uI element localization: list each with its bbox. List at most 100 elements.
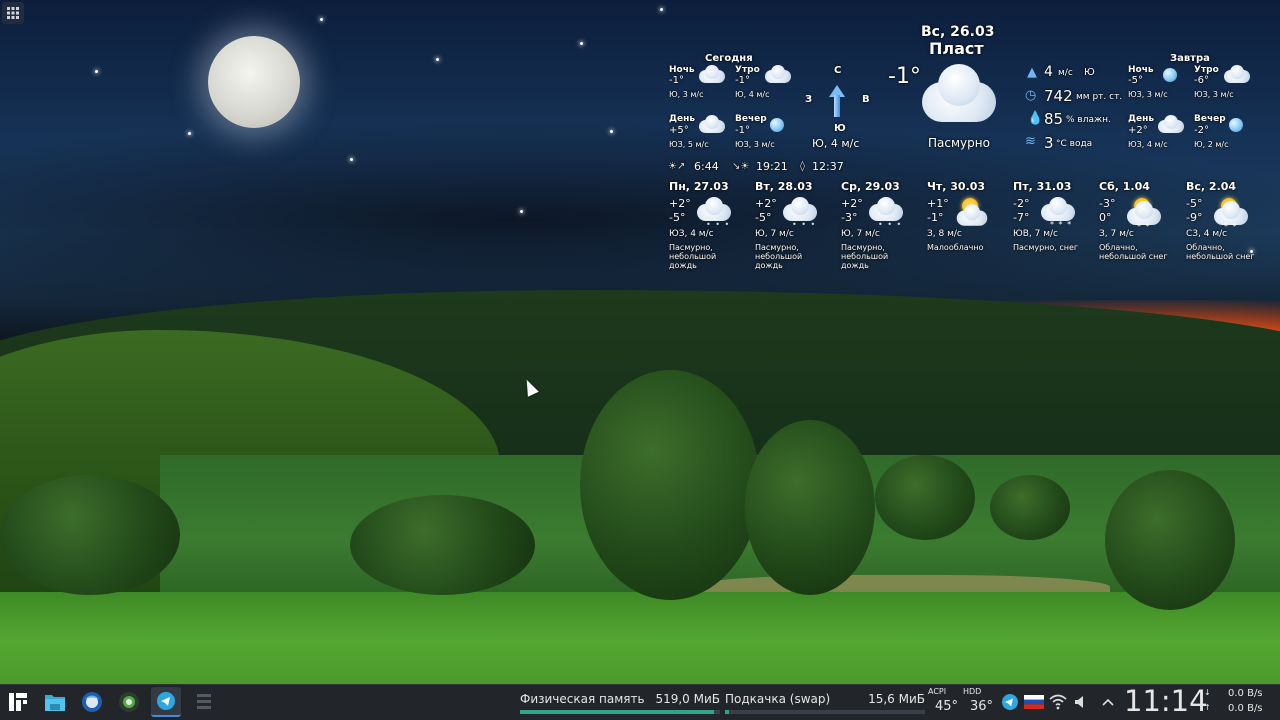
physical-memory-monitor[interactable]: Физическая память 519,0 МиБ bbox=[520, 686, 720, 716]
daylength-icon: ◊ bbox=[800, 161, 805, 172]
star bbox=[350, 158, 353, 161]
current-wind-dir: Ю bbox=[1084, 67, 1095, 78]
forecast-low: -1° bbox=[927, 211, 944, 224]
today-night-temp: -1° bbox=[669, 75, 684, 86]
cloud-icon bbox=[699, 65, 725, 83]
wallpaper-tree bbox=[875, 455, 975, 540]
forecast-desc: дождь bbox=[841, 261, 869, 270]
thunderbird-icon bbox=[82, 692, 102, 712]
today-morning-wind: Ю, 4 м/с bbox=[735, 90, 770, 99]
compass-east: В bbox=[862, 94, 870, 105]
keyboard-layout-button[interactable] bbox=[1022, 687, 1046, 717]
forecast-low: -7° bbox=[1013, 211, 1030, 224]
today-day-label: День bbox=[669, 114, 696, 124]
swap-label: Подкачка (swap) bbox=[725, 692, 831, 706]
forecast-high: -2° bbox=[1013, 197, 1030, 210]
snowflakes-icon: * * * bbox=[1050, 220, 1073, 229]
swap-bar-track bbox=[725, 710, 925, 714]
forecast-desc: Облачно, bbox=[1099, 243, 1138, 252]
browser-button[interactable] bbox=[114, 687, 144, 717]
star bbox=[95, 70, 98, 73]
app-menu-button[interactable] bbox=[3, 687, 33, 717]
water-icon: ≋ bbox=[1025, 134, 1036, 149]
tomorrow-night-temp: -5° bbox=[1128, 75, 1143, 86]
rain-drops-icon: • • • bbox=[706, 220, 731, 229]
upload-speed: 0.0 B/s bbox=[1228, 703, 1263, 714]
snow-cloud-icon bbox=[1041, 197, 1075, 221]
star bbox=[610, 130, 613, 133]
forecast-wind: ЮВ, 7 м/с bbox=[1013, 229, 1058, 239]
forecast-low: -3° bbox=[841, 211, 858, 224]
forecast-high: +2° bbox=[841, 197, 863, 210]
tray-expand-icon bbox=[1102, 698, 1114, 706]
forecast-wind: Ю, 7 м/с bbox=[841, 229, 880, 239]
download-arrow-icon: ↓ bbox=[1204, 688, 1211, 697]
today-night-label: Ночь bbox=[669, 65, 695, 75]
overcast-icon bbox=[922, 64, 996, 124]
forecast-low: -5° bbox=[755, 211, 772, 224]
forecast-desc: Пасмурно, bbox=[755, 243, 799, 252]
moon-icon bbox=[1163, 68, 1177, 82]
desktop-menu-button[interactable] bbox=[2, 2, 24, 24]
today-day-temp: +5° bbox=[669, 125, 689, 136]
sunrise-icon: ☀↗ bbox=[668, 161, 686, 172]
tomorrow-morning-label: Утро bbox=[1194, 65, 1219, 75]
window-button[interactable] bbox=[189, 687, 219, 717]
forecast-wind: СЗ, 4 м/с bbox=[1186, 229, 1228, 239]
daylength-time: 12:37 bbox=[812, 160, 844, 173]
forecast-wind: З, 8 м/с bbox=[927, 229, 962, 239]
wallpaper-tree bbox=[580, 370, 760, 600]
wind-direction-arrow-icon bbox=[829, 85, 845, 117]
grid-icon bbox=[7, 7, 19, 19]
telegram-tray-button[interactable] bbox=[998, 687, 1022, 717]
tomorrow-evening-label: Вечер bbox=[1194, 114, 1226, 124]
rain-drops-icon: • • • bbox=[792, 220, 817, 229]
wind-icon: ▲ bbox=[1027, 65, 1037, 80]
thunderbird-button[interactable] bbox=[77, 687, 107, 717]
sunrise-time: 6:44 bbox=[694, 160, 719, 173]
forecast-high: -5° bbox=[1186, 197, 1203, 210]
star bbox=[188, 132, 191, 135]
browser-icon bbox=[119, 692, 139, 712]
rain-drops-icon: • • • bbox=[878, 220, 903, 229]
forecast-day-name: Сб, 1.04 bbox=[1099, 180, 1150, 193]
sunset-time: 19:21 bbox=[756, 160, 788, 173]
current-wind-unit: м/с bbox=[1058, 68, 1073, 78]
wallpaper-moon bbox=[208, 36, 300, 128]
current-water-value: 3 bbox=[1044, 134, 1054, 152]
tomorrow-day-temp: +2° bbox=[1128, 125, 1148, 136]
sunset-icon: ↘☀ bbox=[732, 161, 750, 172]
tomorrow-morning-wind: ЮЗ, 3 м/с bbox=[1194, 90, 1234, 99]
tomorrow-day-wind: ЮЗ, 4 м/с bbox=[1128, 140, 1168, 149]
current-humidity-unit: % влажн. bbox=[1066, 115, 1111, 125]
forecast-day-name: Вс, 2.04 bbox=[1186, 180, 1237, 193]
snowflakes-icon: * * bbox=[1137, 222, 1151, 231]
clock[interactable]: 11:14 bbox=[1124, 684, 1208, 718]
network-button[interactable] bbox=[1046, 687, 1070, 717]
compass-south: Ю bbox=[834, 123, 846, 134]
acpi-label: ACPI bbox=[928, 687, 947, 696]
cloud-icon bbox=[1224, 65, 1250, 83]
star bbox=[320, 18, 323, 21]
wallpaper-tree bbox=[1105, 470, 1235, 610]
rain-cloud-icon bbox=[697, 197, 731, 221]
weather-date: Вс, 26.03 bbox=[921, 24, 995, 40]
rain-cloud-icon bbox=[783, 197, 817, 221]
volume-button[interactable] bbox=[1070, 687, 1090, 717]
tray-expand-button[interactable] bbox=[1098, 687, 1118, 717]
current-pressure-value: 742 bbox=[1044, 87, 1073, 105]
current-condition: Пасмурно bbox=[928, 136, 990, 150]
file-manager-button[interactable] bbox=[40, 687, 70, 717]
wallpaper-tree bbox=[0, 475, 180, 595]
forecast-low: -5° bbox=[669, 211, 686, 224]
forecast-day-name: Чт, 30.03 bbox=[927, 180, 986, 193]
today-day-wind: ЮЗ, 5 м/с bbox=[669, 140, 709, 149]
upload-arrow-icon: ↑ bbox=[1204, 703, 1211, 712]
swap-monitor[interactable]: Подкачка (swap) 15,6 МиБ bbox=[725, 686, 925, 716]
hdd-label: HDD bbox=[963, 687, 982, 696]
current-water-unit: °С вода bbox=[1056, 139, 1093, 149]
forecast-desc: Облачно, bbox=[1186, 243, 1225, 252]
telegram-button[interactable] bbox=[151, 687, 181, 717]
file-manager-icon bbox=[45, 695, 65, 711]
cloud-icon bbox=[1158, 115, 1184, 133]
